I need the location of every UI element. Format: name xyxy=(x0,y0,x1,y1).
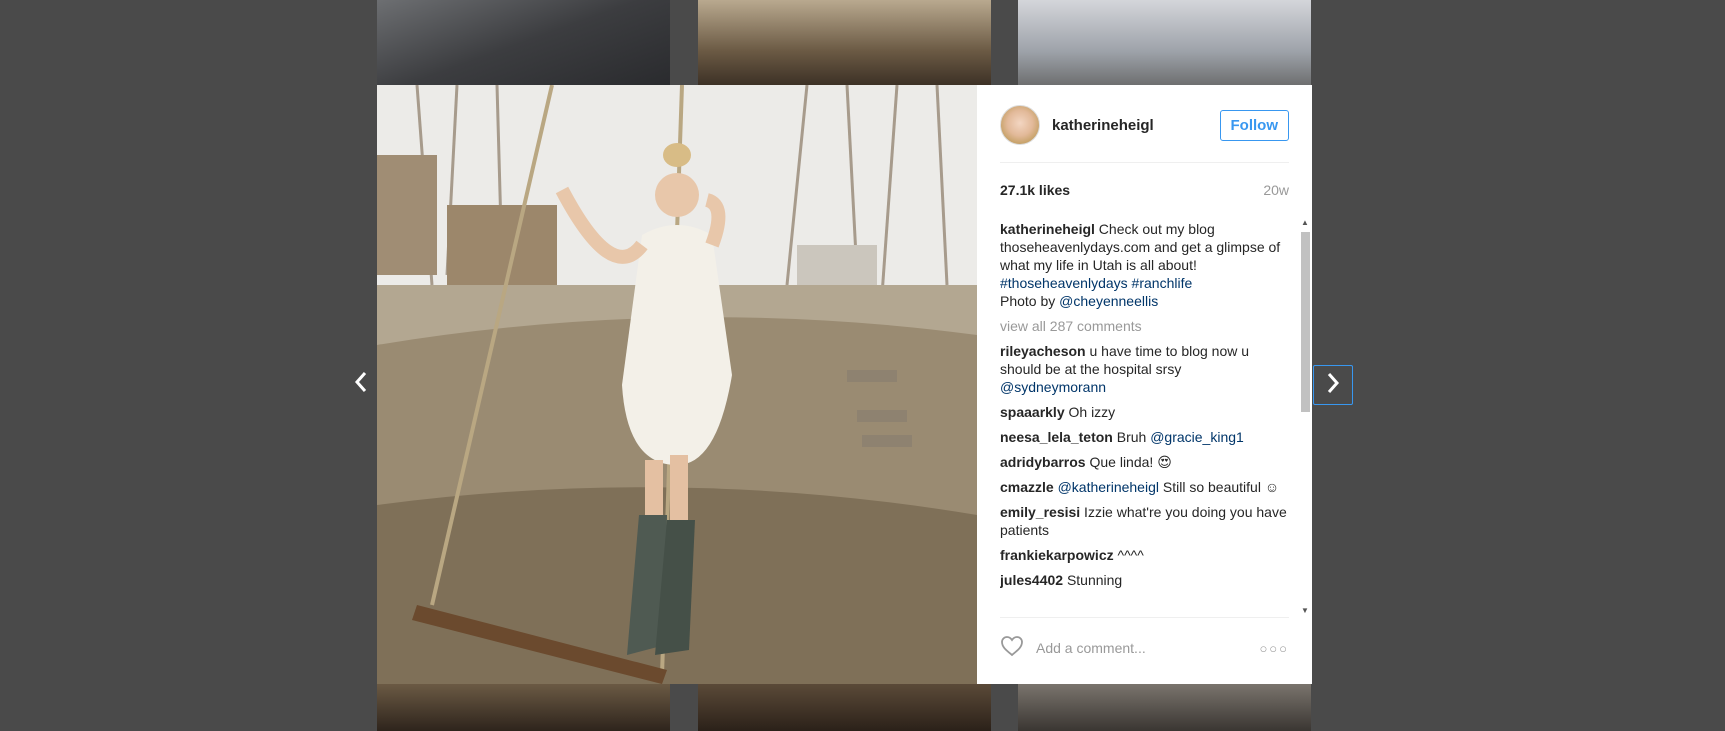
comment-text: ^^^^ xyxy=(1113,547,1144,563)
post-header: katherineheigl Follow xyxy=(1000,103,1289,147)
list-item: adridybarros Que linda! 😍 xyxy=(1000,453,1289,471)
comment-text: Que linda! 😍 xyxy=(1085,454,1172,470)
mention-link[interactable]: @sydneymorann xyxy=(1000,379,1106,395)
comments-list: katherineheigl Check out my blog thosehe… xyxy=(1000,220,1289,620)
chevron-right-icon xyxy=(1323,370,1343,401)
comment-username[interactable]: spaaarkly xyxy=(1000,404,1065,420)
scroll-down-arrow-icon[interactable]: ▼ xyxy=(1298,604,1312,616)
post-photo[interactable] xyxy=(377,85,977,684)
list-item: emily_resisi Izzie what're you doing you… xyxy=(1000,503,1289,539)
grid-thumbnail[interactable] xyxy=(698,0,991,85)
post-sidebar: katherineheigl Follow 27.1k likes 20w ka… xyxy=(977,85,1312,684)
header-divider xyxy=(1000,162,1289,163)
comment-text: Oh izzy xyxy=(1064,404,1116,420)
comment-username[interactable]: emily_resisi xyxy=(1000,504,1080,520)
list-item: jules4402 Stunning xyxy=(1000,571,1289,589)
list-item: spaaarkly Oh izzy xyxy=(1000,403,1289,421)
caption-credit: Photo by xyxy=(1000,293,1060,309)
scroll-up-arrow-icon[interactable]: ▲ xyxy=(1298,216,1312,228)
mention-link[interactable]: @cheyenneellis xyxy=(1059,293,1158,309)
grid-thumbnail[interactable] xyxy=(1018,684,1311,731)
heart-icon[interactable] xyxy=(1000,635,1024,662)
avatar[interactable] xyxy=(1000,105,1040,145)
comment-username[interactable]: frankiekarpowicz xyxy=(1000,547,1114,563)
grid-thumbnail[interactable] xyxy=(698,684,991,731)
comment-text: Stunning xyxy=(1063,572,1123,588)
view-all-comments-link[interactable]: view all 287 comments xyxy=(1000,317,1289,335)
comments-scrollbar[interactable]: ▲ ▼ xyxy=(1298,216,1312,616)
post-username[interactable]: katherineheigl xyxy=(1052,117,1154,134)
previous-post-button[interactable] xyxy=(342,365,380,403)
scroll-thumb[interactable] xyxy=(1301,232,1310,412)
post-modal: katherineheigl Follow 27.1k likes 20w ka… xyxy=(377,85,1312,684)
comment-bar: ○○○ xyxy=(1000,631,1289,665)
comment-text: Bruh xyxy=(1112,429,1151,445)
grid-thumbnail[interactable] xyxy=(377,684,670,731)
hashtag-link[interactable]: #thoseheavenlydays xyxy=(1000,275,1128,291)
likes-count[interactable]: 27.1k likes xyxy=(1000,182,1070,198)
mention-link[interactable]: @katherineheigl xyxy=(1058,479,1159,495)
list-item: neesa_lela_teton Bruh @gracie_king1 xyxy=(1000,428,1289,446)
comment-username[interactable]: adridybarros xyxy=(1000,454,1086,470)
comment-text-tail: Still so beautiful ☺ xyxy=(1158,479,1280,495)
next-post-button[interactable] xyxy=(1313,365,1353,405)
comment-username[interactable]: neesa_lela_teton xyxy=(1000,429,1113,445)
post-time[interactable]: 20w xyxy=(1263,182,1289,198)
grid-thumbnail[interactable] xyxy=(1018,0,1311,85)
follow-button[interactable]: Follow xyxy=(1219,109,1289,141)
comment-input[interactable] xyxy=(1034,639,1258,657)
list-item: frankiekarpowicz ^^^^ xyxy=(1000,546,1289,564)
comment-username[interactable]: rileyacheson xyxy=(1000,343,1086,359)
mention-link[interactable]: @gracie_king1 xyxy=(1150,429,1244,445)
comment-username[interactable]: cmazzle xyxy=(1000,479,1054,495)
comment-username[interactable]: jules4402 xyxy=(1000,572,1063,588)
grid-thumbnail[interactable] xyxy=(377,0,670,85)
more-options-icon[interactable]: ○○○ xyxy=(1259,641,1289,656)
caption: katherineheigl Check out my blog thosehe… xyxy=(1000,220,1289,310)
caption-username[interactable]: katherineheigl xyxy=(1000,221,1095,237)
list-item: rileyacheson u have time to blog now u s… xyxy=(1000,342,1289,396)
list-item: cmazzle @katherineheigl Still so beautif… xyxy=(1000,478,1289,496)
hashtag-link[interactable]: #ranchlife xyxy=(1132,275,1193,291)
comments-divider xyxy=(1000,617,1289,618)
chevron-left-icon xyxy=(351,369,371,400)
